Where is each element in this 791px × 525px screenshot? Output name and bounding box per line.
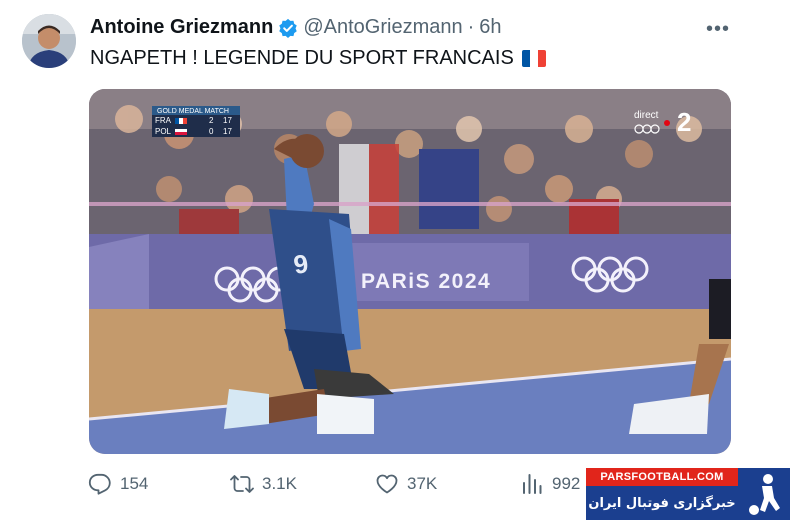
avatar-image (22, 14, 76, 68)
watermark-site: PARSFOOTBALL.COM (586, 468, 738, 486)
team-2-sets: 0 (209, 127, 214, 136)
tweet-text-row: NGAPETH ! LEGENDE DU SPORT FRANCAIS (90, 47, 546, 70)
watermark-tagline: خبرگزاری فوتبال ایران (586, 486, 738, 520)
tweet-text: NGAPETH ! LEGENDE DU SPORT FRANCAIS (90, 47, 514, 69)
like-button[interactable]: 37K (375, 472, 437, 496)
more-icon[interactable]: ••• (706, 18, 730, 41)
scoreboard-title: GOLD MEDAL MATCH (157, 108, 229, 115)
broadcaster-label: direct (634, 110, 659, 121)
like-icon (376, 474, 398, 494)
views-button[interactable]: 992 (520, 472, 580, 496)
repost-count: 3.1K (262, 474, 297, 493)
views-count: 992 (552, 474, 581, 493)
author-avatar[interactable] (22, 14, 76, 68)
reply-count: 154 (120, 474, 149, 493)
team-1-code: FRA (155, 116, 172, 125)
views-icon (523, 474, 542, 494)
team-2-points: 17 (223, 127, 232, 136)
repost-button[interactable]: 3.1K (230, 472, 297, 496)
author-name[interactable]: Antoine Griezmann (90, 16, 273, 39)
tweet-action-bar: 154 3.1K 37K 992 (88, 472, 608, 500)
author-handle[interactable]: @AntoGriezmann (303, 16, 462, 39)
reply-button[interactable]: 154 (88, 472, 148, 496)
court-board: PARiS 2024 (89, 234, 731, 309)
parsfootball-watermark: PARSFOOTBALL.COM خبرگزاری فوتبال ایران (586, 468, 790, 520)
like-count: 37K (407, 474, 438, 493)
team-1-points: 17 (223, 116, 232, 125)
separator-dot: · (467, 16, 475, 38)
tweet-timestamp[interactable]: 6h (479, 16, 501, 39)
tweet-media-image[interactable]: GOLD MEDAL MATCH FRA POL 2 0 17 17 direc… (89, 89, 731, 454)
repost-icon (230, 475, 254, 493)
tweet-header: Antoine Griezmann @AntoGriezmann · 6h (90, 16, 502, 39)
watermark-logo-icon (738, 468, 790, 520)
reply-icon (88, 473, 111, 495)
team-2-code: POL (155, 127, 172, 136)
scoreboard: GOLD MEDAL MATCH FRA POL 2 0 17 17 (152, 106, 240, 137)
france-flag-icon (521, 50, 546, 67)
channel-number: 2 (677, 107, 691, 137)
board-text: PARiS 2024 (361, 270, 491, 293)
verified-badge-icon (279, 18, 298, 38)
team-1-sets: 2 (209, 116, 214, 125)
